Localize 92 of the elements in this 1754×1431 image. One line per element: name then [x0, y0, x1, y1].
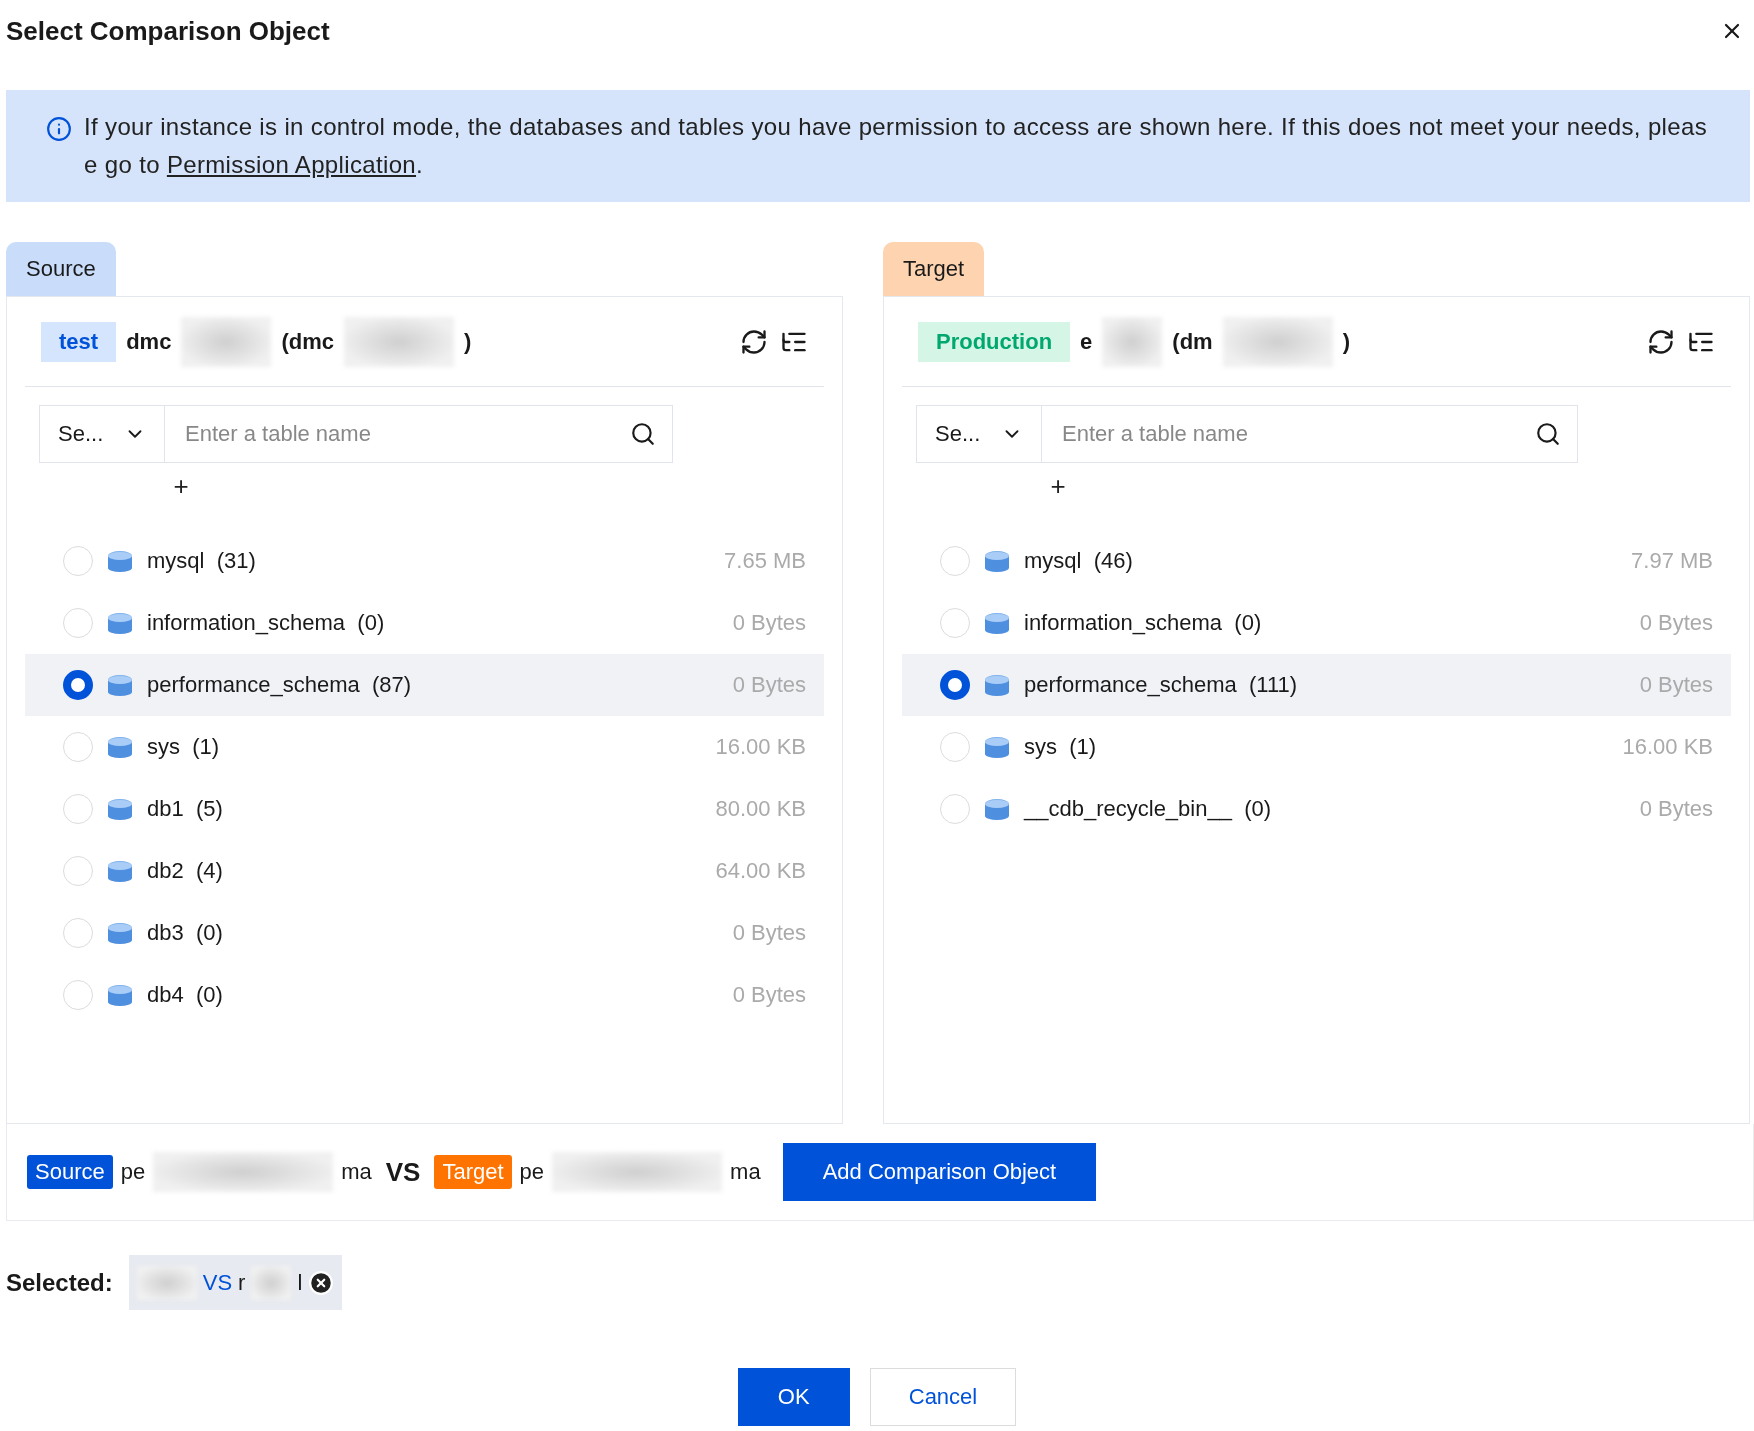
database-size: 0 Bytes: [732, 672, 806, 698]
radio-button[interactable]: [940, 670, 970, 700]
ok-button[interactable]: OK: [737, 1368, 850, 1426]
database-row[interactable]: information_schema (0) 0 Bytes: [25, 592, 824, 654]
object-name: ma: [730, 1159, 761, 1185]
database-icon: [107, 860, 133, 882]
object-name: r: [238, 1269, 246, 1296]
object-name: ma: [341, 1159, 372, 1185]
database-icon: [107, 550, 133, 572]
database-row[interactable]: db1 (5) 80.00 KB: [25, 778, 824, 840]
database-size: 0 Bytes: [1639, 672, 1713, 698]
database-row[interactable]: sys (1) 16.00 KB: [902, 716, 1731, 778]
refresh-icon[interactable]: [1647, 327, 1675, 356]
database-size: 64.00 KB: [715, 858, 806, 884]
instance-name: (dmc: [281, 328, 334, 355]
database-row[interactable]: performance_schema (111) 0 Bytes: [902, 654, 1731, 716]
database-size: 0 Bytes: [1639, 610, 1713, 636]
instance-name: e: [1080, 328, 1093, 355]
search-icon[interactable]: [630, 421, 656, 447]
database-name: information_schema (0): [1024, 610, 1262, 636]
search-icon[interactable]: [1535, 421, 1561, 447]
database-row[interactable]: db4 (0) 0 Bytes: [25, 964, 824, 1026]
database-row[interactable]: information_schema (0) 0 Bytes: [902, 592, 1731, 654]
database-name: db4 (0): [147, 982, 223, 1008]
database-name: performance_schema (87): [147, 672, 412, 698]
database-row[interactable]: __cdb_recycle_bin__ (0) 0 Bytes: [902, 778, 1731, 840]
blurred-text: [1102, 316, 1163, 367]
database-icon: [107, 736, 133, 758]
database-icon: [984, 674, 1010, 696]
object-name: pe: [519, 1159, 545, 1185]
database-name: mysql (46): [1024, 548, 1133, 574]
info-icon: [46, 116, 72, 142]
database-name: information_schema (0): [147, 610, 385, 636]
database-size: 16.00 KB: [1622, 734, 1713, 760]
object-name: pe: [120, 1159, 146, 1185]
search-field[interactable]: Enter a table name: [1042, 405, 1578, 463]
database-name: performance_schema (111): [1024, 672, 1298, 698]
object-name: l: [297, 1269, 303, 1296]
remove-icon[interactable]: [308, 1269, 335, 1296]
radio-button[interactable]: [63, 670, 93, 700]
versus-label: VS: [202, 1269, 233, 1296]
database-icon: [984, 798, 1010, 820]
selected-label: Selected:: [6, 1268, 113, 1297]
instance-name: dmc: [126, 328, 172, 355]
database-icon: [107, 984, 133, 1006]
database-row[interactable]: mysql (46) 7.97 MB: [902, 530, 1731, 592]
database-size: 0 Bytes: [1639, 796, 1713, 822]
database-icon: [107, 798, 133, 820]
environment-badge: Production: [918, 321, 1071, 362]
instance-name: ): [463, 328, 472, 355]
database-name: sys (1): [1024, 734, 1097, 760]
database-icon: [984, 612, 1010, 634]
database-icon: [984, 736, 1010, 758]
database-select[interactable]: Se...: [916, 405, 1042, 463]
database-select[interactable]: Se...: [39, 405, 165, 463]
database-name: db2 (4): [147, 858, 223, 884]
notice-text: If your instance is in control mode, the databases and tables you have permission to access are shown here. If this does not meet your needs, please go to Permission Application.: [84, 112, 1708, 180]
add-comparison-button[interactable]: Add Comparison Object: [782, 1143, 1097, 1201]
instance-name: (dm: [1172, 328, 1213, 355]
database-row[interactable]: db2 (4) 64.00 KB: [25, 840, 824, 902]
database-row[interactable]: performance_schema (87) 0 Bytes: [25, 654, 824, 716]
database-name: sys (1): [147, 734, 220, 760]
add-button[interactable]: +: [169, 471, 193, 502]
database-icon: [107, 612, 133, 634]
database-icon: [107, 922, 133, 944]
database-row[interactable]: db3 (0) 0 Bytes: [25, 902, 824, 964]
refresh-icon[interactable]: [740, 327, 768, 356]
database-name: mysql (31): [147, 548, 256, 574]
database-size: 0 Bytes: [732, 610, 806, 636]
database-size: 7.97 MB: [1631, 548, 1713, 574]
search-field[interactable]: Enter a table name: [165, 405, 673, 463]
add-button[interactable]: +: [1046, 471, 1070, 502]
database-size: 7.65 MB: [724, 548, 806, 574]
database-size: 0 Bytes: [732, 982, 806, 1008]
database-size: 16.00 KB: [715, 734, 806, 760]
database-icon: [107, 674, 133, 696]
database-name: db1 (5): [147, 796, 223, 822]
source-tag: Source: [27, 1155, 113, 1189]
database-row[interactable]: sys (1) 16.00 KB: [25, 716, 824, 778]
database-size: 0 Bytes: [732, 920, 806, 946]
cancel-button[interactable]: Cancel: [869, 1368, 1017, 1426]
database-row[interactable]: mysql (31) 7.65 MB: [25, 530, 824, 592]
versus-label: VS: [385, 1156, 421, 1188]
permission-link[interactable]: Permission Application: [166, 151, 417, 178]
target-tag: Target: [434, 1155, 512, 1189]
instance-name: ): [1342, 328, 1350, 355]
database-size: 80.00 KB: [715, 796, 806, 822]
database-name: db3 (0): [147, 920, 223, 946]
database-icon: [984, 550, 1010, 572]
database-name: __cdb_recycle_bin__ (0): [1024, 796, 1272, 822]
environment-badge: test: [41, 321, 117, 362]
dialog-title: Select Comparison Object: [6, 15, 330, 47]
